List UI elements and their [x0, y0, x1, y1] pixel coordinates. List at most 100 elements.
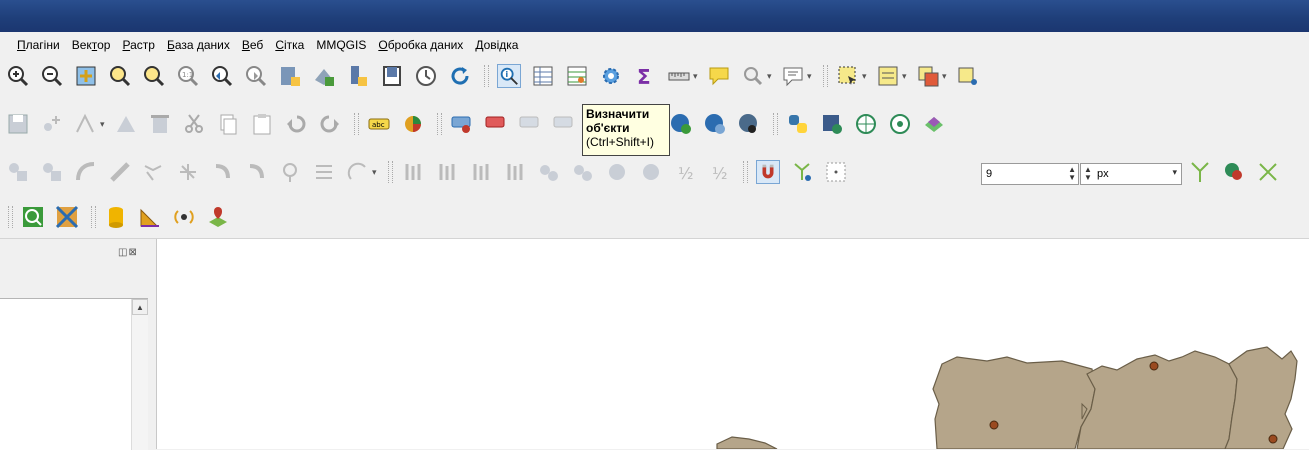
label-tool-icon[interactable]: abc	[367, 112, 391, 136]
select-feature-icon[interactable]	[836, 64, 860, 88]
zoom-to-selection-icon[interactable]	[108, 64, 132, 88]
chevron-down-icon[interactable]: ▾	[902, 71, 910, 82]
topology-checker-icon[interactable]	[1222, 160, 1246, 184]
save-edits-icon[interactable]	[6, 112, 30, 136]
save-as-icon[interactable]	[820, 112, 844, 136]
chevron-down-icon[interactable]: ▾	[100, 119, 108, 130]
menu-help[interactable]: Довідка	[475, 38, 518, 52]
layer-stack-icon[interactable]	[922, 112, 946, 136]
gps-zoom-icon[interactable]	[21, 205, 45, 229]
toolbar-grip[interactable]	[91, 206, 96, 228]
split-icon[interactable]	[40, 160, 64, 184]
spin-arrows-icon[interactable]: ▲ ▼	[1084, 166, 1092, 182]
zoom-in-icon[interactable]	[6, 64, 30, 88]
cut-features-icon[interactable]	[182, 112, 206, 136]
delete-selected-icon[interactable]	[148, 112, 172, 136]
delete-ring-icon[interactable]	[278, 160, 302, 184]
fill-ring-icon[interactable]	[244, 160, 268, 184]
undo-icon[interactable]	[284, 112, 308, 136]
snap-to-vertex-icon[interactable]	[790, 160, 814, 184]
delete-part-icon[interactable]	[312, 160, 336, 184]
toolbar-grip[interactable]	[354, 113, 359, 135]
field-calculator-icon[interactable]	[565, 64, 589, 88]
temporal-icon[interactable]	[414, 64, 438, 88]
pin-labels-icon[interactable]	[450, 112, 474, 136]
snap-tolerance-input[interactable]: 9 ▲ ▼	[981, 163, 1079, 185]
gps-tracking-icon[interactable]	[172, 205, 196, 229]
menu-database[interactable]: База даних	[167, 38, 230, 52]
snap-mode-icon[interactable]: ½	[707, 160, 731, 184]
new-map-view-icon[interactable]	[380, 64, 404, 88]
attribute-table-icon[interactable]	[531, 64, 555, 88]
zoom-to-layer-icon[interactable]	[142, 64, 166, 88]
statistics-sum-icon[interactable]: Σ	[633, 64, 657, 88]
refresh-icon[interactable]	[448, 64, 472, 88]
float-panel-icon[interactable]: ◫	[118, 247, 128, 258]
locate-point-icon[interactable]	[206, 205, 230, 229]
zoom-last-icon[interactable]	[210, 64, 234, 88]
diagram-tool-icon[interactable]	[401, 112, 425, 136]
reshape-icon[interactable]	[74, 160, 98, 184]
toolbar-grip[interactable]	[773, 113, 778, 135]
toolbar-grip[interactable]	[388, 161, 393, 183]
map-canvas[interactable]	[157, 239, 1309, 449]
geometry-checker-icon[interactable]	[138, 205, 162, 229]
wfs-icon[interactable]	[703, 112, 727, 136]
wcs-icon[interactable]	[737, 112, 761, 136]
wms-icon[interactable]	[669, 112, 693, 136]
spatial-query-icon[interactable]	[741, 64, 765, 88]
map-canvas-menu-icon[interactable]	[781, 64, 805, 88]
snapping-magnet-icon[interactable]	[756, 160, 780, 184]
map-tips-icon[interactable]	[346, 64, 370, 88]
rotate-label-icon[interactable]	[552, 112, 576, 136]
zoom-full-icon[interactable]	[74, 64, 98, 88]
scroll-up-icon[interactable]: ▲	[132, 299, 148, 315]
menu-plugins[interactable]: Плагіни	[17, 38, 60, 52]
chevron-down-icon[interactable]: ▾	[372, 167, 380, 178]
layers-list[interactable]: ▲	[0, 298, 148, 450]
close-snap-icon[interactable]	[1256, 160, 1280, 184]
processing-toolbox-icon[interactable]	[599, 64, 623, 88]
digitize-icon[interactable]	[74, 112, 98, 136]
menu-vector[interactable]: Вектор	[72, 38, 111, 52]
chevron-down-icon[interactable]: ▾	[767, 71, 775, 82]
toolbar-grip[interactable]	[437, 113, 442, 135]
snap-units-select[interactable]: ▲ ▼ px ▾	[1080, 163, 1182, 185]
chevron-down-icon[interactable]: ▾	[693, 71, 701, 82]
move-label-icon[interactable]	[518, 112, 542, 136]
chevron-down-icon[interactable]: ▾	[1172, 167, 1177, 178]
copy-features-icon[interactable]	[216, 112, 240, 136]
zoom-out-icon[interactable]	[40, 64, 64, 88]
vertex-tool-icon[interactable]	[114, 112, 138, 136]
rotate-feature-icon[interactable]	[346, 160, 370, 184]
menu-mesh[interactable]: Сітка	[275, 38, 304, 52]
remove-snap-icon[interactable]	[1188, 160, 1212, 184]
menu-web[interactable]: Веб	[242, 38, 263, 52]
chevron-down-icon[interactable]: ▾	[862, 71, 870, 82]
merge-icon[interactable]	[435, 160, 459, 184]
chevron-down-icon[interactable]: ▾	[807, 71, 815, 82]
toolbar-grip[interactable]	[484, 65, 489, 87]
advanced-digitize-icon[interactable]	[6, 160, 30, 184]
topology-icon[interactable]: ½	[673, 160, 697, 184]
trace-icon[interactable]	[605, 160, 629, 184]
merge-attributes-icon[interactable]	[469, 160, 493, 184]
vertical-scrollbar[interactable]: ▲	[131, 299, 148, 450]
chevron-down-icon[interactable]: ▾	[942, 71, 950, 82]
select-by-value-icon[interactable]	[876, 64, 900, 88]
add-point-icon[interactable]	[956, 64, 980, 88]
database-icon[interactable]	[104, 205, 128, 229]
deselect-icon[interactable]	[916, 64, 940, 88]
offset-symbol-icon[interactable]	[537, 160, 561, 184]
rotate-symbol-icon[interactable]	[503, 160, 527, 184]
show-bookmarks-icon[interactable]	[312, 64, 336, 88]
redo-icon[interactable]	[318, 112, 342, 136]
new-bookmark-icon[interactable]	[278, 64, 302, 88]
offset-curve-icon[interactable]	[108, 160, 132, 184]
toolbar-grip[interactable]	[743, 161, 748, 183]
python-console-icon[interactable]	[786, 112, 810, 136]
menu-processing[interactable]: Обробка даних	[378, 38, 463, 52]
toolbar-grip[interactable]	[823, 65, 828, 87]
paste-features-icon[interactable]	[250, 112, 274, 136]
globe-icon[interactable]	[888, 112, 912, 136]
